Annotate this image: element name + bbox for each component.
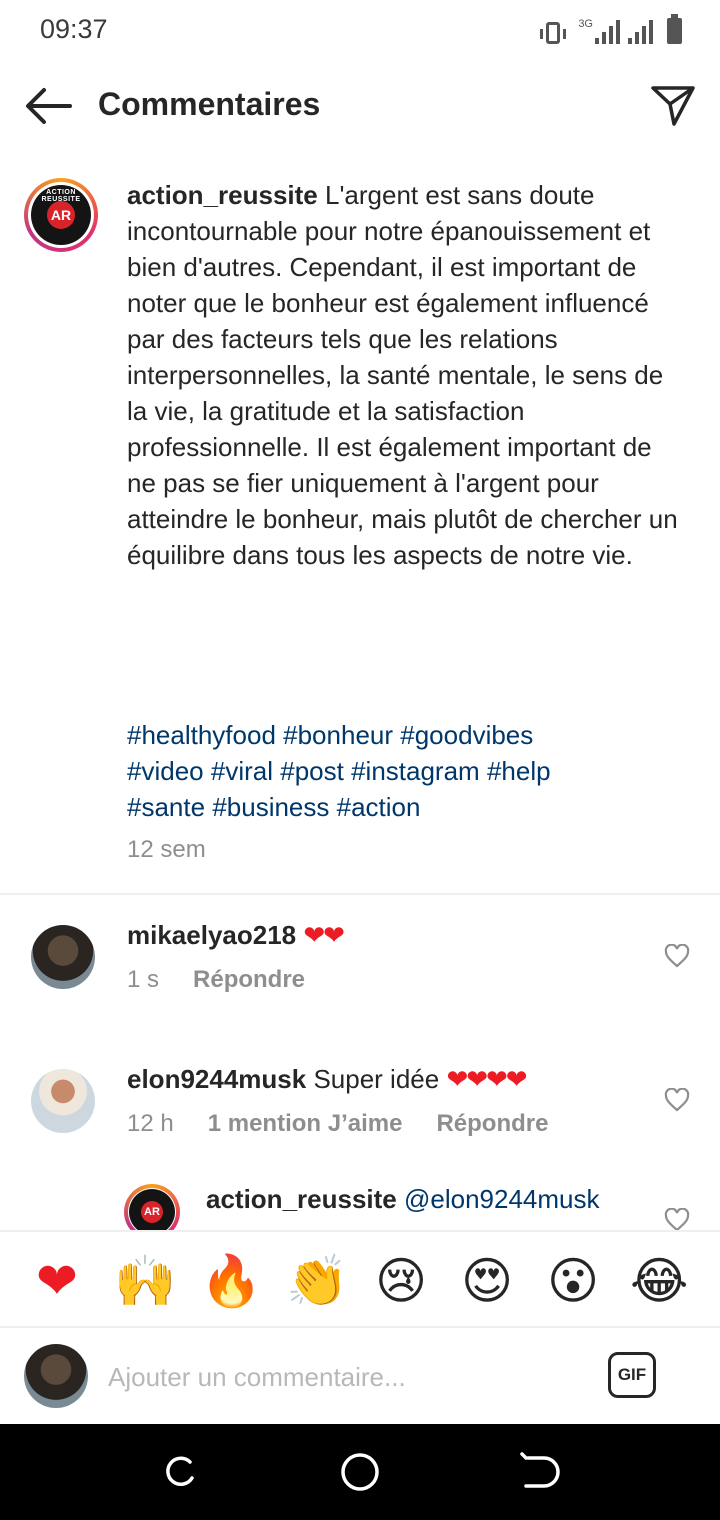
heart-emoji-button[interactable]: ❤: [28, 1252, 86, 1310]
mention-link[interactable]: @elon9244musk: [404, 1184, 600, 1214]
recent-apps-icon[interactable]: [160, 1452, 200, 1492]
hashtag[interactable]: #post: [280, 756, 344, 786]
comment-username[interactable]: action_reussite: [206, 1184, 397, 1214]
comment-composer: GIF: [0, 1328, 720, 1424]
avatar[interactable]: [31, 925, 95, 989]
post-timestamp: 12 sem: [127, 836, 206, 863]
hashtag[interactable]: #healthyfood: [127, 720, 276, 750]
hashtag[interactable]: #action: [337, 792, 421, 822]
comment-body: mikaelyao218 ❤❤: [127, 920, 345, 951]
fire-emoji-button[interactable]: 🔥: [200, 1252, 262, 1310]
comment-timestamp: 12 h: [127, 1110, 174, 1137]
comment-meta: 1 s Répondre: [127, 966, 305, 994]
raising-hands-emoji-button[interactable]: 🙌: [114, 1252, 176, 1310]
current-user-avatar: [24, 1344, 88, 1408]
paper-plane-icon[interactable]: [650, 82, 696, 128]
post-username[interactable]: action_reussite: [127, 180, 318, 210]
status-icons: 3G: [540, 14, 682, 44]
hashtag[interactable]: #bonheur: [283, 720, 393, 750]
signal-icon-2: [628, 20, 653, 44]
likes-count[interactable]: 1 mention J’aime: [208, 1110, 403, 1138]
signal-icon: [595, 20, 620, 44]
heart-emojis: ❤❤❤❤: [446, 1064, 527, 1094]
battery-icon: [667, 14, 682, 44]
hashtag[interactable]: #sante: [127, 792, 205, 822]
system-navigation-bar: [0, 1424, 720, 1520]
comment-text: Super idée: [313, 1064, 440, 1094]
post-caption: action_reussite L'argent est sans doute …: [127, 177, 687, 573]
network-type-label: 3G: [578, 18, 593, 30]
quick-reaction-bar: ❤ 🙌 🔥 👏 😢 😍 😮 😂: [0, 1230, 720, 1328]
action-reussite-logo: ACTION REUSSITE AR: [31, 185, 91, 245]
reply-button[interactable]: Répondre: [193, 966, 305, 994]
comment-body: elon9244musk Super idée ❤❤❤❤: [127, 1064, 528, 1095]
comment-input[interactable]: [108, 1356, 588, 1398]
surprised-emoji-button[interactable]: 😮: [544, 1252, 602, 1310]
clapping-emoji-button[interactable]: 👏: [286, 1252, 348, 1310]
laughing-emoji-button[interactable]: 😂: [630, 1252, 688, 1310]
hashtag-list: #healthyfood #bonheur #goodvibes #video …: [127, 717, 687, 825]
comment-timestamp: 1 s: [127, 966, 160, 993]
hashtag[interactable]: #viral: [211, 756, 273, 786]
hashtag[interactable]: #business: [212, 792, 329, 822]
caption-text: L'argent est sans doute incontournable p…: [127, 180, 678, 570]
hashtag[interactable]: #goodvibes: [400, 720, 533, 750]
status-bar: 09:37 3G: [0, 0, 720, 62]
divider: [0, 893, 720, 895]
hashtag[interactable]: #video: [127, 756, 204, 786]
gif-button[interactable]: GIF: [608, 1352, 656, 1398]
comment-username[interactable]: mikaelyao218: [127, 920, 296, 950]
status-time: 09:37: [40, 14, 108, 44]
avatar[interactable]: [31, 1069, 95, 1133]
home-icon[interactable]: [340, 1452, 380, 1492]
heart-outline-icon[interactable]: [664, 1208, 690, 1230]
reply-comment: AR action_reussite @elon9244musk: [0, 1180, 720, 1230]
hashtag[interactable]: #instagram: [351, 756, 480, 786]
comment-username[interactable]: elon9244musk: [127, 1064, 306, 1094]
hashtag[interactable]: #help: [487, 756, 551, 786]
comment-body: action_reussite @elon9244musk: [206, 1184, 600, 1215]
back-nav-icon[interactable]: [520, 1452, 560, 1492]
heart-emojis: ❤❤: [303, 920, 345, 950]
vibrate-icon: [540, 22, 567, 44]
page-title: Commentaires: [98, 86, 321, 122]
action-reussite-logo[interactable]: AR: [129, 1189, 175, 1230]
heart-outline-icon[interactable]: [664, 1088, 690, 1112]
header: Commentaires: [0, 62, 720, 152]
comment-meta: 12 h 1 mention J’aime Répondre: [127, 1110, 548, 1138]
arrow-left-icon[interactable]: [24, 86, 72, 126]
heart-eyes-emoji-button[interactable]: 😍: [458, 1252, 516, 1310]
reply-button[interactable]: Répondre: [436, 1110, 548, 1138]
heart-outline-icon[interactable]: [664, 944, 690, 968]
crying-emoji-button[interactable]: 😢: [372, 1252, 430, 1310]
